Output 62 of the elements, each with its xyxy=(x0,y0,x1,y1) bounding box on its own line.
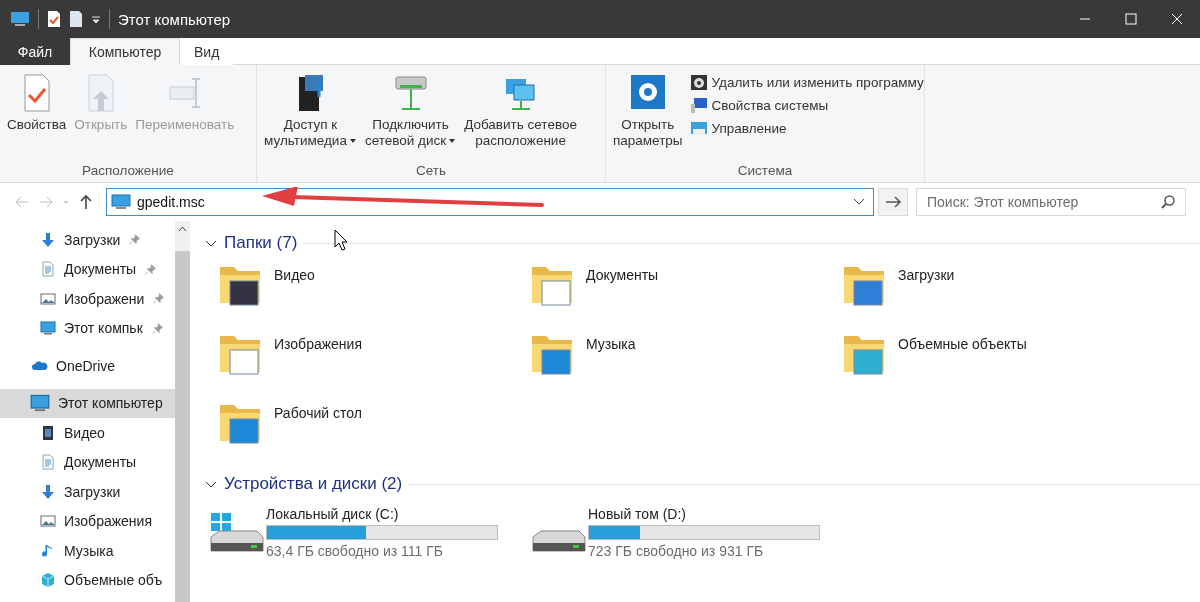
sidebar-item[interactable]: Документы xyxy=(0,447,175,477)
ribbon-tab[interactable]: Файл xyxy=(0,38,70,65)
caret-icon[interactable] xyxy=(91,14,101,24)
cube-icon xyxy=(40,572,56,589)
sidebar-item[interactable]: Видео xyxy=(0,418,175,448)
ribbon-button[interactable]: Управление xyxy=(687,117,926,139)
drive-name[interactable]: Локальный диск (C:) xyxy=(266,506,498,522)
document-icon xyxy=(40,261,56,278)
download-icon xyxy=(40,483,56,500)
document-icon xyxy=(40,454,56,471)
sidebar-item[interactable]: Объемные объ xyxy=(0,565,175,595)
drive-name[interactable]: Новый том (D:) xyxy=(588,506,820,522)
sidebar-item[interactable]: Изображени xyxy=(0,284,175,314)
sidebar-item[interactable]: Загрузки xyxy=(0,477,175,507)
image-icon xyxy=(40,513,56,530)
sidebar-item[interactable]: Документы xyxy=(0,254,175,284)
ribbon-tab[interactable]: Компьютер xyxy=(70,38,180,65)
group-label: Расположение xyxy=(82,163,174,178)
folder-name[interactable]: Загрузки xyxy=(898,259,955,283)
group-label: Сеть xyxy=(416,163,446,178)
sidebar-item[interactable]: Музыка xyxy=(0,536,175,566)
system-monitor-icon xyxy=(689,96,708,114)
folder-name[interactable]: Рабочий стол xyxy=(274,397,362,421)
chevron-down-icon[interactable] xyxy=(852,197,866,207)
ribbon-button[interactable]: Удалить или изменить программу xyxy=(687,71,926,93)
mouse-pointer-icon xyxy=(334,229,348,251)
sidebar-item[interactable]: Этот компьк xyxy=(0,313,175,343)
ribbon-button[interactable]: Добавить сетевое расположение xyxy=(461,71,580,163)
address-field[interactable]: gpedit.msc xyxy=(106,188,874,216)
download-icon xyxy=(40,231,56,248)
management-icon xyxy=(689,119,708,137)
monitor-icon xyxy=(10,11,30,27)
sidebar-item[interactable]: Загрузки xyxy=(0,225,175,255)
ribbon-button[interactable]: Открыть параметры xyxy=(610,71,686,163)
search-icon xyxy=(1160,194,1176,210)
sidebar-item[interactable]: Изображения xyxy=(0,506,175,536)
monitor-icon xyxy=(40,320,56,337)
free-space: 723 ГБ свободно из 931 ГБ xyxy=(588,543,765,559)
check-document-icon[interactable] xyxy=(47,10,61,28)
film-icon xyxy=(40,424,56,441)
folder-name[interactable]: Документы xyxy=(586,259,659,283)
network-drive-icon xyxy=(393,73,428,113)
document-icon[interactable] xyxy=(69,10,83,28)
sidebar-item[interactable]: Этот компьютер xyxy=(0,388,175,418)
window-title: Этот компьютер xyxy=(118,10,231,28)
folder-name[interactable]: Объемные объекты xyxy=(898,328,1027,352)
group-label: Система xyxy=(737,163,793,178)
folder-name[interactable]: Музыка xyxy=(586,328,636,352)
monitor-icon xyxy=(111,194,131,210)
image-icon xyxy=(40,290,56,307)
ribbon-button[interactable]: Свойства системы xyxy=(687,94,926,116)
ribbon-button[interactable]: Доступ к мультимедиа xyxy=(261,71,360,163)
section-header[interactable]: Папки (7) xyxy=(224,233,298,253)
free-space: 63,4 ГБ свободно из 111 ГБ xyxy=(266,543,444,559)
folder-name[interactable]: Изображения xyxy=(274,328,362,352)
sidebar-item[interactable]: OneDrive xyxy=(0,351,175,381)
ribbon-button[interactable]: Подключить сетевой диск xyxy=(361,71,460,163)
monitor-icon xyxy=(30,393,50,414)
section-header[interactable]: Устройства и диски (2) xyxy=(224,474,403,494)
folder-name[interactable]: Видео xyxy=(274,259,315,283)
search-field[interactable]: Поиск: Этот компьютер xyxy=(916,188,1186,216)
ribbon-button[interactable]: Свойства xyxy=(4,71,70,163)
